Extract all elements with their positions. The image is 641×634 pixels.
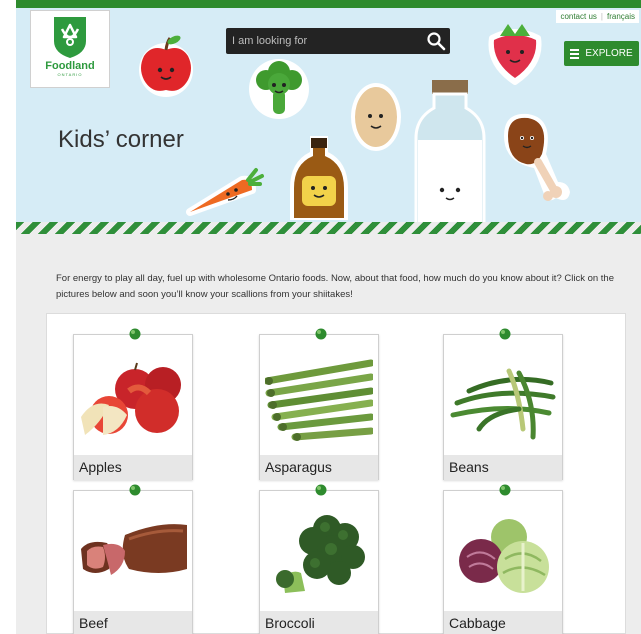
potato-character-icon	[351, 83, 401, 151]
foodland-logo[interactable]: Foodland ONTARIO	[30, 10, 110, 88]
maple-syrup-character-icon	[290, 136, 348, 220]
food-card-broccoli[interactable]: Broccoli	[259, 484, 379, 634]
contact-us-link[interactable]: contact us	[560, 12, 596, 21]
page: Foodland ONTARIO contact us | français E…	[16, 0, 641, 634]
search-box	[226, 28, 450, 54]
milk-bottle-character-icon	[414, 80, 486, 222]
apples-photo	[79, 343, 187, 451]
food-card-asparagus[interactable]: Asparagus	[259, 328, 379, 481]
intro-text: For energy to play all day, fuel up with…	[56, 273, 614, 300]
header-banner: Foodland ONTARIO contact us | français E…	[16, 8, 641, 222]
logo-subtitle: ONTARIO	[57, 72, 83, 77]
food-card-label: Apples	[74, 455, 192, 481]
explore-button[interactable]: EXPLORE	[564, 41, 639, 66]
page-title: Kids’ corner	[58, 126, 184, 153]
food-card-label: Broccoli	[260, 611, 378, 634]
food-card-apples[interactable]: Apples	[73, 328, 193, 481]
broccoli-character-icon	[249, 59, 309, 119]
francais-link[interactable]: français	[607, 12, 635, 21]
food-card-beef[interactable]: Beef	[73, 484, 193, 634]
food-grid: Apples Asparagus Beans Beef Broccoli Cab…	[46, 313, 626, 634]
food-card-beans[interactable]: Beans	[443, 328, 563, 481]
search-input[interactable]	[226, 28, 422, 54]
hamburger-icon	[570, 48, 580, 59]
pushpin-icon	[315, 328, 327, 340]
beans-photo	[449, 343, 557, 451]
explore-label: EXPLORE	[585, 48, 633, 59]
pushpin-icon	[499, 328, 511, 340]
logo-name: Foodland	[45, 60, 95, 72]
food-card-label: Cabbage	[444, 611, 562, 634]
top-links: contact us | français	[556, 10, 639, 23]
broccoli-photo	[265, 499, 373, 607]
top-accent-bar	[16, 0, 641, 8]
decorative-stripe	[16, 222, 641, 234]
carrot-character-icon	[186, 168, 264, 216]
pushpin-icon	[315, 484, 327, 496]
apple-character-icon	[139, 35, 193, 97]
food-card-label: Asparagus	[260, 455, 378, 481]
pushpin-icon	[499, 484, 511, 496]
food-card-label: Beef	[74, 611, 192, 634]
asparagus-photo	[265, 343, 373, 451]
link-separator: |	[600, 12, 603, 21]
cabbage-photo	[449, 499, 557, 607]
beef-photo	[79, 499, 187, 607]
strawberry-character-icon	[488, 24, 542, 85]
chicken-drumstick-character-icon	[504, 113, 570, 201]
food-card-cabbage[interactable]: Cabbage	[443, 484, 563, 634]
search-icon[interactable]	[426, 31, 446, 51]
trillium-shield-icon	[54, 17, 86, 58]
pushpin-icon	[129, 328, 141, 340]
pushpin-icon	[129, 484, 141, 496]
food-card-label: Beans	[444, 455, 562, 481]
